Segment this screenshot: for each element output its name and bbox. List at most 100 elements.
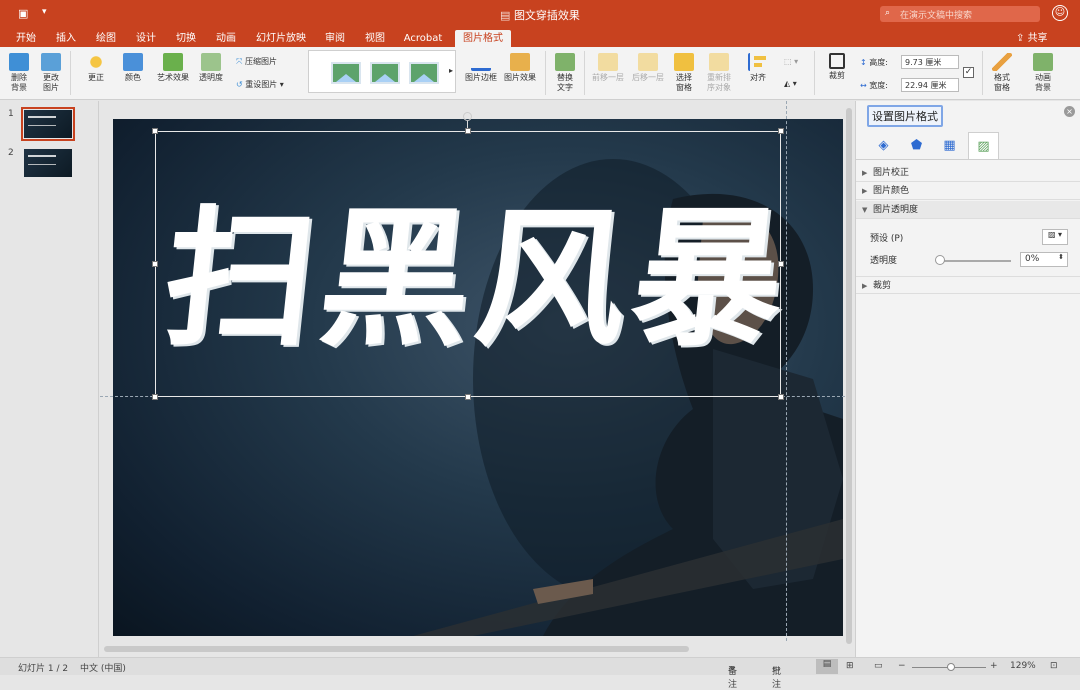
slide-count: 幻灯片 1 / 2 — [18, 664, 69, 674]
resize-handle-top-left[interactable] — [152, 128, 158, 134]
selection-pane-button[interactable]: 选择 窗格 — [671, 53, 697, 93]
preset-dropdown[interactable]: ▨ ▾ — [1042, 229, 1068, 245]
group-button[interactable]: ⬚ ▾ — [784, 57, 798, 66]
zoom-level[interactable]: 129% — [1010, 661, 1036, 671]
sun-icon — [86, 53, 106, 71]
change-picture-label: 更改 图片 — [43, 73, 59, 92]
tab-design[interactable]: 设计 — [128, 30, 164, 47]
align-button[interactable]: 对齐 — [744, 53, 772, 83]
picture-tab-icon[interactable]: ▨ — [968, 132, 999, 159]
zoom-out-icon[interactable]: − — [898, 661, 906, 671]
slide-thumbnail-1[interactable] — [21, 107, 75, 141]
tab-acrobat[interactable]: Acrobat — [398, 30, 448, 47]
picture-border-button[interactable]: 图片边框 — [464, 53, 498, 83]
stepper-icon[interactable]: ⬍ — [1058, 253, 1064, 261]
resize-handle-bottom[interactable] — [465, 394, 471, 400]
vertical-scrollbar[interactable] — [846, 108, 852, 644]
reset-picture-button[interactable]: ↺ 重设图片 ▾ — [236, 79, 284, 90]
effects-tab-icon[interactable]: ⬟ — [901, 132, 932, 159]
close-icon[interactable]: × — [1064, 106, 1075, 117]
crop-section[interactable]: ▶ 裁剪 — [856, 276, 1080, 294]
fill-line-tab-icon[interactable]: ◈ — [868, 132, 899, 159]
picture-styles-gallery[interactable]: ▸ — [308, 50, 456, 93]
thumbnail-title-mark — [28, 116, 56, 126]
tab-draw[interactable]: 绘图 — [88, 30, 124, 47]
color-button[interactable]: 颜色 — [118, 53, 148, 83]
transparency-slider-knob[interactable] — [935, 255, 945, 265]
height-input[interactable]: 9.73 厘米 — [901, 55, 959, 69]
ribbon-separator — [545, 51, 546, 95]
transparency-label: 透明度 — [199, 73, 223, 82]
zoom-in-icon[interactable]: + — [990, 661, 998, 671]
transparency-slider[interactable] — [939, 260, 1011, 262]
ribbon: 删除 背景 更改 图片 更正 颜色 艺术效果 透明度 ⤧ 压缩图片 ↺ 重设图片… — [0, 47, 1080, 100]
artistic-effects-label: 艺术效果 — [157, 73, 189, 82]
animation-background-button[interactable]: 动画 背景 — [1028, 53, 1058, 93]
feedback-smiley-icon[interactable]: ☺ — [1052, 5, 1068, 21]
lock-aspect-checkbox[interactable]: ✓ — [963, 67, 974, 78]
crop-label: 裁剪 — [829, 71, 845, 80]
rotate-button[interactable]: ◭ ▾ — [784, 79, 797, 88]
tab-review[interactable]: 审阅 — [318, 30, 352, 47]
transparency-input[interactable]: 0% ⬍ — [1020, 252, 1068, 267]
tab-slideshow[interactable]: 幻灯片放映 — [250, 30, 312, 47]
normal-view-icon[interactable]: ▤ — [816, 659, 838, 674]
picture-transparency-section[interactable]: ▼ 图片透明度 — [856, 201, 1080, 219]
picture-color-section[interactable]: ▶ 图片颜色 — [856, 182, 1080, 200]
size-properties-tab-icon[interactable]: ▦ — [934, 132, 965, 159]
format-pane-button[interactable]: 格式 窗格 — [988, 53, 1016, 93]
transparency-value: 0% — [1025, 254, 1040, 264]
ribbon-tabs: 开始 插入 绘图 设计 切换 动画 幻灯片放映 审阅 视图 Acrobat 图片… — [0, 28, 1080, 47]
tab-view[interactable]: 视图 — [358, 30, 392, 47]
reading-view-icon[interactable]: ▭ — [874, 661, 883, 671]
send-backward-button[interactable]: 后移一层 — [630, 53, 666, 83]
picture-style-1[interactable] — [331, 62, 361, 84]
resize-handle-bottom-left[interactable] — [152, 394, 158, 400]
thumbnail-title-mark — [28, 155, 56, 165]
resize-handle-left[interactable] — [152, 261, 158, 267]
preset-icon: ▨ ▾ — [1047, 230, 1063, 239]
tab-insert[interactable]: 插入 — [48, 30, 84, 47]
corrections-button[interactable]: 更正 — [80, 53, 112, 83]
gallery-more-icon[interactable]: ▸ — [449, 66, 453, 75]
resize-handle-right[interactable] — [778, 261, 784, 267]
artistic-effects-button[interactable]: 艺术效果 — [154, 53, 192, 83]
resize-handle-bottom-right[interactable] — [778, 394, 784, 400]
tab-transitions[interactable]: 切换 — [168, 30, 204, 47]
reorder-objects-button[interactable]: 重新排 序对象 — [703, 53, 735, 93]
alt-text-button[interactable]: 替换 文字 — [552, 53, 578, 93]
tab-picture-format[interactable]: 图片格式 — [455, 30, 511, 47]
share-icon: ⇪ — [1016, 33, 1028, 44]
picture-corrections-section[interactable]: ▶ 图片校正 — [856, 164, 1080, 182]
fit-slide-icon[interactable]: ⊡ — [1050, 661, 1058, 671]
search-icon: ⌕ — [885, 8, 891, 18]
compress-pictures-button[interactable]: ⤧ 压缩图片 — [236, 56, 277, 67]
slide-sorter-icon[interactable]: ⊞ — [846, 661, 854, 671]
zoom-slider-knob[interactable] — [947, 663, 955, 671]
transparency-button[interactable]: 透明度 — [195, 53, 227, 83]
height-icon: ↕ — [860, 58, 870, 67]
share-button[interactable]: ⇪ 共享 — [1016, 30, 1048, 47]
rotate-handle-icon[interactable] — [463, 112, 472, 121]
selection-box[interactable] — [155, 131, 781, 397]
picture-effects-button[interactable]: 图片效果 — [503, 53, 537, 83]
remove-background-label: 删除 背景 — [11, 73, 27, 92]
tab-home[interactable]: 开始 — [8, 30, 44, 47]
horizontal-scrollbar[interactable] — [104, 646, 689, 652]
language-indicator[interactable]: 中文 (中国) — [80, 661, 126, 674]
picture-style-2[interactable] — [370, 62, 400, 84]
width-input[interactable]: 22.94 厘米 — [901, 78, 959, 92]
ribbon-separator — [584, 51, 585, 95]
width-label: ↔ 宽度: — [860, 80, 888, 91]
slide-thumbnail-2[interactable] — [24, 149, 72, 177]
crop-button[interactable]: 裁剪 — [820, 53, 854, 81]
search-placeholder: 在演示文稿中搜索 — [900, 11, 973, 21]
search-input[interactable]: ⌕ 在演示文稿中搜索 — [880, 6, 1040, 22]
tab-animations[interactable]: 动画 — [208, 30, 244, 47]
resize-handle-top[interactable] — [465, 128, 471, 134]
remove-background-button[interactable]: 删除 背景 — [6, 53, 32, 93]
picture-style-3[interactable] — [409, 62, 439, 84]
change-picture-button[interactable]: 更改 图片 — [38, 53, 64, 93]
bring-forward-button[interactable]: 前移一层 — [590, 53, 626, 83]
resize-handle-top-right[interactable] — [778, 128, 784, 134]
